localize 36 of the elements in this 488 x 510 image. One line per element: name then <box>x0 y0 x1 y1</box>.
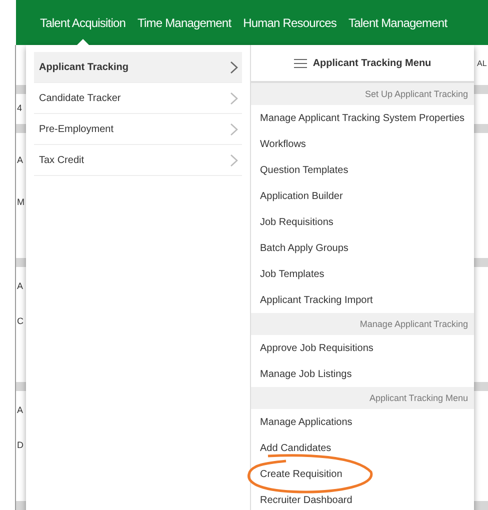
menu-link[interactable]: Recruiter Dashboard <box>260 492 352 508</box>
nav-tab[interactable]: Talent Acquisition <box>34 14 132 32</box>
section-header: Manage Applicant Tracking <box>251 313 474 335</box>
page-text: AL <box>476 58 487 70</box>
chevron-icon <box>230 122 238 136</box>
menu-link[interactable]: Workflows <box>260 136 306 152</box>
section-header: Set Up Applicant Tracking <box>251 83 474 105</box>
menu-link[interactable]: Job Templates <box>260 266 324 282</box>
page-text: A <box>16 154 24 167</box>
page-text: C <box>16 315 24 328</box>
chevron-icon <box>230 154 238 166</box>
menu-link[interactable]: Manage Job Listings <box>260 366 352 382</box>
chevron-icon <box>230 60 238 74</box>
nav-tab[interactable]: Human Resources <box>237 14 343 32</box>
menu-link[interactable]: Manage Applicant Tracking System Properties <box>260 110 465 126</box>
menu-link[interactable]: Create Requisition <box>260 466 342 482</box>
section-header: Applicant Tracking Menu <box>251 387 474 409</box>
chevron-icon <box>230 92 238 104</box>
page-text: A <box>16 280 24 294</box>
menu-link[interactable]: Question Templates <box>260 162 348 178</box>
menu-link[interactable]: Batch Apply Groups <box>260 240 348 256</box>
menu-link[interactable]: Applicant Tracking Import <box>260 292 373 308</box>
menu-link[interactable]: Manage Applications <box>260 414 352 430</box>
menu-link[interactable]: Application Builder <box>260 188 343 204</box>
page-text: D <box>16 439 24 452</box>
nav-tab[interactable]: Time Management <box>132 14 238 32</box>
menu-link[interactable]: Approve Job Requisitions <box>260 340 374 356</box>
menu-title: Applicant Tracking Menu <box>312 56 432 70</box>
page-text: 4 <box>16 102 22 116</box>
nav-tab[interactable]: Talent Management <box>342 14 454 32</box>
menu-link[interactable]: Add Candidates <box>260 440 332 456</box>
menu-link[interactable]: Job Requisitions <box>260 214 334 230</box>
page-text: M <box>16 196 24 210</box>
page-text: A <box>16 404 24 418</box>
menu-icon <box>294 58 307 68</box>
menu-category[interactable]: Applicant Tracking <box>34 52 242 83</box>
